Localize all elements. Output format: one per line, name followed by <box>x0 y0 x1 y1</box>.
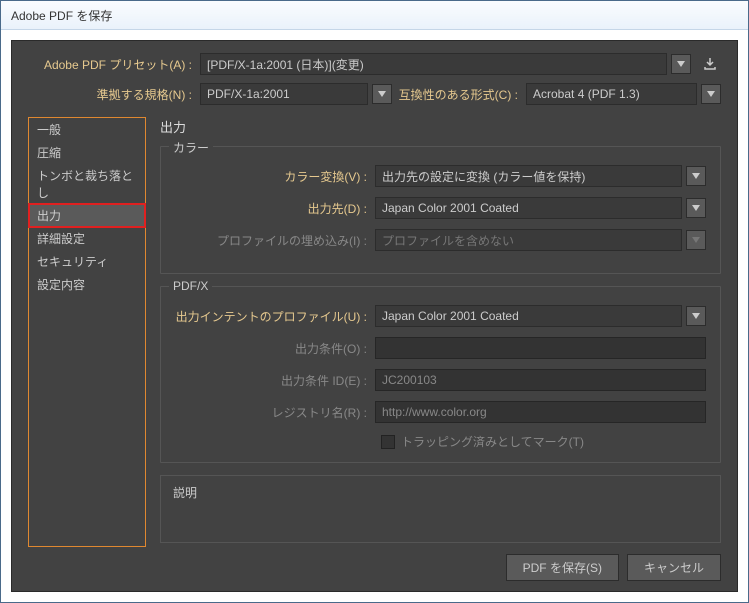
chevron-down-icon <box>692 237 700 243</box>
color-conversion-arrow[interactable] <box>686 166 706 186</box>
sidebar-item-4[interactable]: 詳細設定 <box>29 227 145 250</box>
chevron-down-icon <box>692 173 700 179</box>
sidebar-item-5[interactable]: セキュリティ <box>29 250 145 273</box>
trapping-checkbox[interactable] <box>381 435 395 449</box>
category-sidebar: 一般圧縮トンボと裁ち落とし出力詳細設定セキュリティ設定内容 <box>28 117 146 547</box>
color-conversion-select[interactable]: 出力先の設定に変換 (カラー値を保持) <box>375 165 682 187</box>
intent-profile-label: 出力インテントのプロファイル(U) : <box>175 308 375 325</box>
sidebar-item-0[interactable]: 一般 <box>29 118 145 141</box>
embed-profile-arrow <box>686 230 706 250</box>
pdfx-group: PDF/X 出力インテントのプロファイル(U) : Japan Color 20… <box>160 286 721 463</box>
standard-dropdown-arrow[interactable] <box>372 84 392 104</box>
window-title: Adobe PDF を保存 <box>11 7 112 24</box>
output-condition-input[interactable] <box>375 337 706 359</box>
embed-profile-label: プロファイルの埋め込み(I) : <box>175 232 375 249</box>
trapping-label: トラッピング済みとしてマーク(T) <box>401 433 584 450</box>
color-conversion-label: カラー変換(V) : <box>175 168 375 185</box>
compat-value: Acrobat 4 (PDF 1.3) <box>533 87 640 101</box>
chevron-down-icon <box>692 205 700 211</box>
preset-value: [PDF/X-1a:2001 (日本)](変更) <box>207 56 364 73</box>
registry-input[interactable]: http://www.color.org <box>375 401 706 423</box>
compat-label: 互換性のある形式(C) : <box>392 86 526 103</box>
compat-dropdown-arrow[interactable] <box>701 84 721 104</box>
description-title: 説明 <box>173 486 197 500</box>
standard-select[interactable]: PDF/X-1a:2001 <box>200 83 368 105</box>
output-condition-label: 出力条件(O) : <box>175 340 375 357</box>
color-group: カラー カラー変換(V) : 出力先の設定に変換 (カラー値を保持) 出力先(D <box>160 146 721 274</box>
output-condition-id-label: 出力条件 ID(E) : <box>175 372 375 389</box>
standard-value: PDF/X-1a:2001 <box>207 87 290 101</box>
save-preset-button[interactable] <box>699 53 721 75</box>
preset-select[interactable]: [PDF/X-1a:2001 (日本)](変更) <box>200 53 667 75</box>
destination-select[interactable]: Japan Color 2001 Coated <box>375 197 682 219</box>
sidebar-item-2[interactable]: トンボと裁ち落とし <box>29 164 145 204</box>
compat-select[interactable]: Acrobat 4 (PDF 1.3) <box>526 83 697 105</box>
save-pdf-button[interactable]: PDF を保存(S) <box>506 554 619 581</box>
destination-arrow[interactable] <box>686 198 706 218</box>
color-group-title: カラー <box>169 139 213 156</box>
preset-dropdown-arrow[interactable] <box>671 54 691 74</box>
chevron-down-icon <box>378 91 386 97</box>
intent-profile-value: Japan Color 2001 Coated <box>382 309 519 323</box>
color-conversion-value: 出力先の設定に変換 (カラー値を保持) <box>382 168 585 185</box>
sidebar-item-1[interactable]: 圧縮 <box>29 141 145 164</box>
sidebar-item-6[interactable]: 設定内容 <box>29 273 145 296</box>
page-title: 出力 <box>160 117 721 136</box>
destination-value: Japan Color 2001 Coated <box>382 201 519 215</box>
pdfx-group-title: PDF/X <box>169 279 212 293</box>
registry-label: レジストリ名(R) : <box>175 404 375 421</box>
registry-value: http://www.color.org <box>382 405 487 419</box>
intent-profile-select[interactable]: Japan Color 2001 Coated <box>375 305 682 327</box>
cancel-button[interactable]: キャンセル <box>627 554 721 581</box>
output-condition-id-input[interactable]: JC200103 <box>375 369 706 391</box>
destination-label: 出力先(D) : <box>175 200 375 217</box>
description-box: 説明 <box>160 475 721 543</box>
standard-label: 準拠する規格(N) : <box>28 86 200 103</box>
download-icon <box>702 56 718 72</box>
preset-label: Adobe PDF プリセット(A) : <box>28 56 200 73</box>
embed-profile-value: プロファイルを含めない <box>382 232 514 249</box>
chevron-down-icon <box>677 61 685 67</box>
chevron-down-icon <box>692 313 700 319</box>
output-condition-id-value: JC200103 <box>382 373 437 387</box>
intent-profile-arrow[interactable] <box>686 306 706 326</box>
window-titlebar: Adobe PDF を保存 <box>1 1 748 30</box>
embed-profile-select: プロファイルを含めない <box>375 229 682 251</box>
sidebar-item-3[interactable]: 出力 <box>29 204 145 227</box>
chevron-down-icon <box>707 91 715 97</box>
